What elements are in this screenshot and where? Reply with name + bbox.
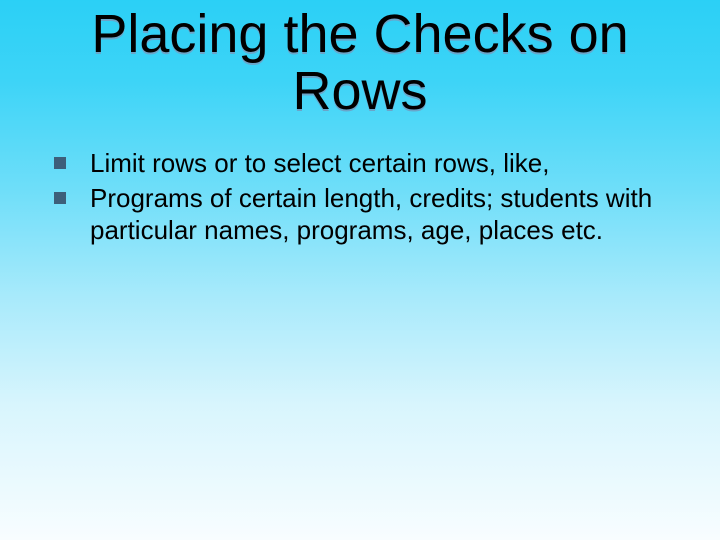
list-item: Limit rows or to select certain rows, li…	[50, 147, 670, 180]
slide-body: Limit rows or to select certain rows, li…	[0, 119, 720, 247]
slide-title: Placing the Checks on Rows	[0, 6, 720, 119]
title-line-2: Rows	[292, 61, 427, 121]
list-item: Programs of certain length, credits; stu…	[50, 182, 670, 247]
bullet-text: Programs of certain length, credits; stu…	[90, 182, 670, 247]
slide-title-container: Placing the Checks on Rows Placing the C…	[0, 0, 720, 119]
square-bullet-icon	[54, 192, 66, 204]
square-bullet-icon	[54, 157, 66, 169]
title-line-1: Placing the Checks on	[91, 4, 628, 64]
slide: Placing the Checks on Rows Placing the C…	[0, 0, 720, 540]
bullet-text: Limit rows or to select certain rows, li…	[90, 147, 670, 180]
